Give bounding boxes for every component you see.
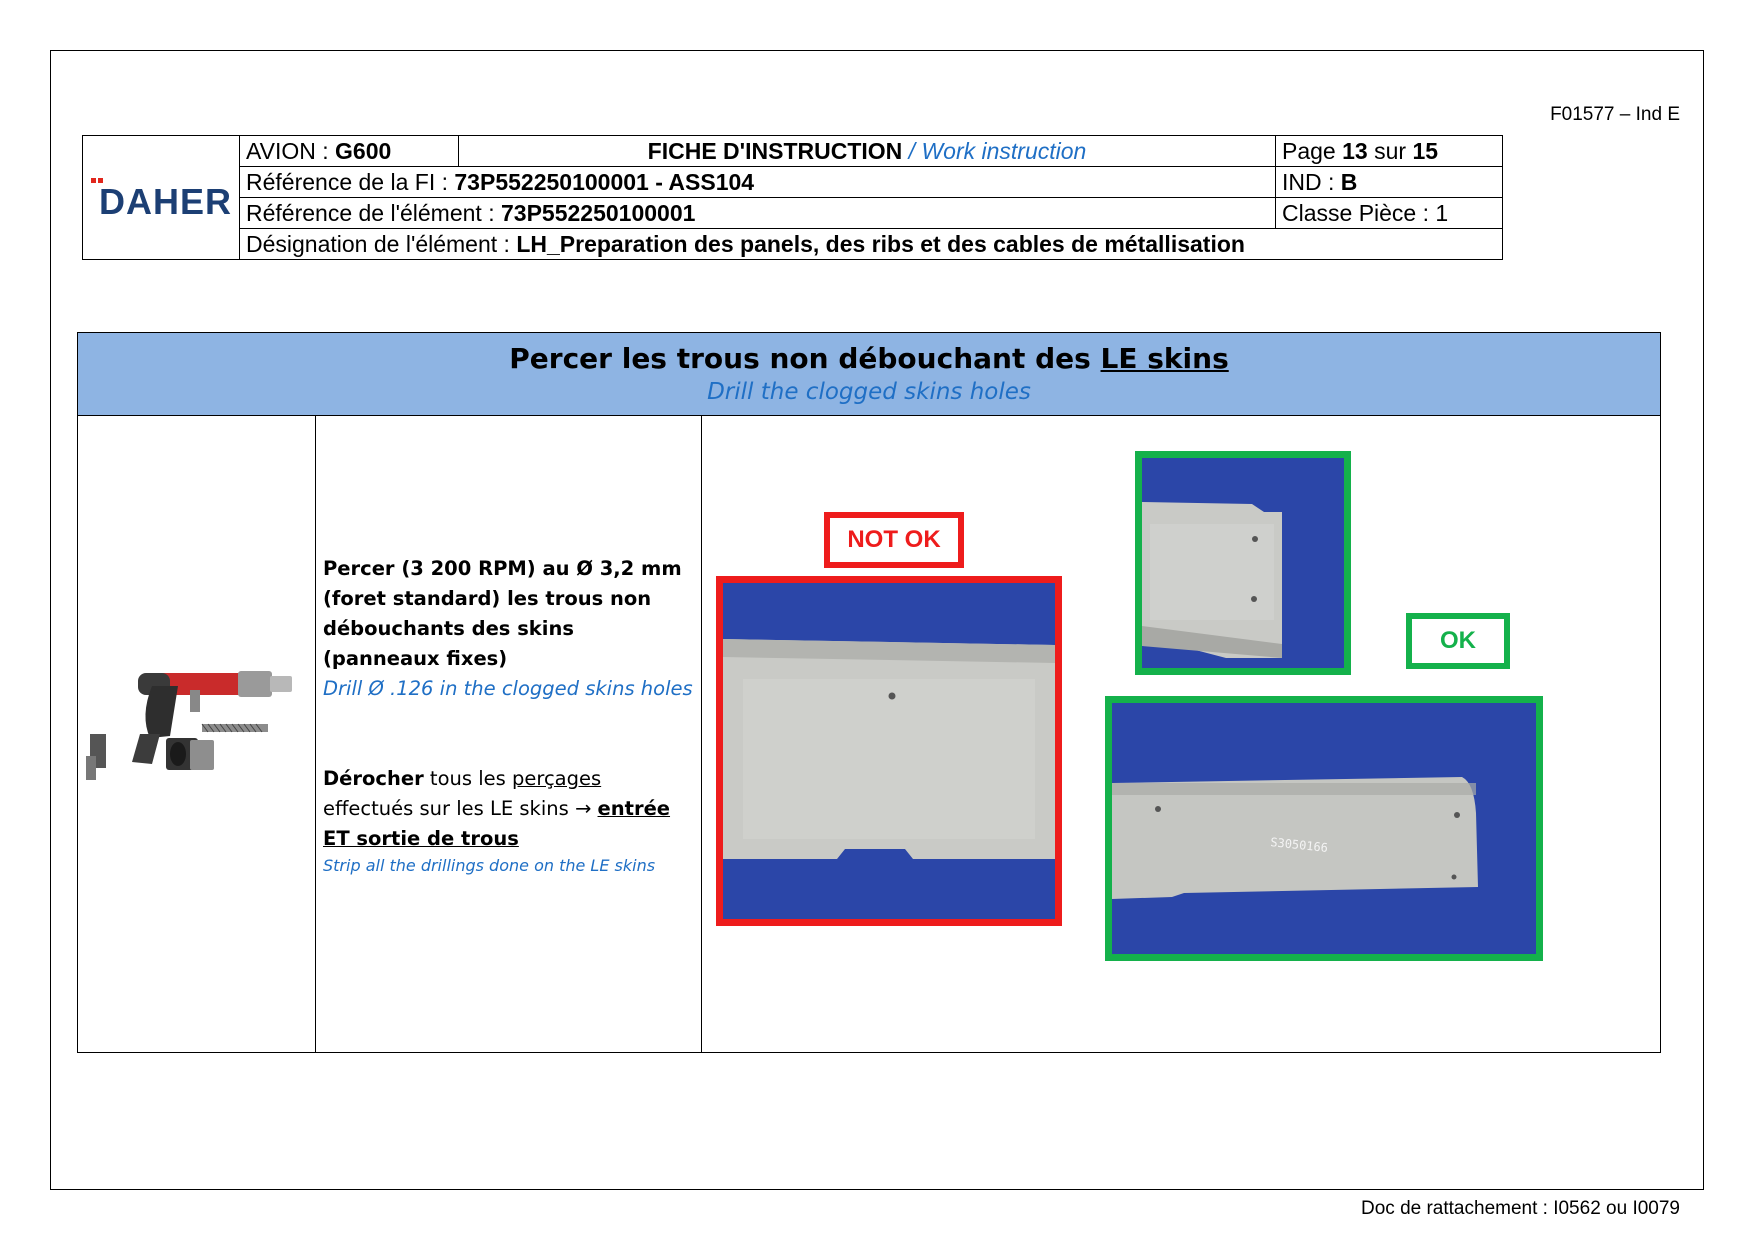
instruction-title: Percer les trous non débouchant des LE s… xyxy=(78,333,1660,377)
instruction-title-text: Percer les trous non débouchant des xyxy=(509,342,1101,375)
tool-column xyxy=(78,416,316,1052)
logo-text: DAHER xyxy=(99,180,233,222)
ref-elem-cell: Référence de l'élément : 73P552250100001 xyxy=(239,197,1276,229)
designation-label: Désignation de l'élément : xyxy=(246,231,517,257)
ref-elem-value: 73P552250100001 xyxy=(500,200,696,226)
daher-logo: DAHER xyxy=(83,168,239,228)
step-strip-text-b: effectués sur les LE skins → xyxy=(323,797,598,820)
page-current: 13 xyxy=(1342,138,1368,164)
instruction-title-underlined: LE skins xyxy=(1100,342,1229,375)
designation-cell: Désignation de l'élément : LH_Preparatio… xyxy=(239,228,1503,260)
step-strip-en: Strip all the drillings done on the LE s… xyxy=(323,856,656,875)
page-separator: sur xyxy=(1367,138,1413,164)
fiche-title: FICHE D'INSTRUCTION xyxy=(647,138,903,164)
text-column: Percer (3 200 RPM) au Ø 3,2 mm (foret st… xyxy=(315,416,702,1052)
instruction-subtitle: Drill the clogged skins holes xyxy=(707,379,1031,405)
fiche-separator: / xyxy=(902,138,922,164)
photo-column: NOT OK OK S3050166 xyxy=(701,416,1660,1052)
ref-fi-value: 73P552250100001 - ASS104 xyxy=(454,169,755,195)
instruction-table: Percer les trous non débouchant des LE s… xyxy=(77,332,1661,1053)
ok-photo-bottom: S3050166 xyxy=(1105,696,1543,961)
ref-fi-label: Référence de la FI : xyxy=(246,169,455,195)
step-strip-text-a: tous les xyxy=(423,767,512,790)
avion-value: G600 xyxy=(335,138,392,164)
ind-label: IND : xyxy=(1282,169,1341,195)
drill-tool-icon xyxy=(86,671,292,780)
instruction-text: Percer (3 200 RPM) au Ø 3,2 mm (foret st… xyxy=(323,554,693,878)
classe-label: Classe Pièce : 1 xyxy=(1282,200,1449,226)
step-drill-fr: Percer (3 200 RPM) au Ø 3,2 mm (foret st… xyxy=(323,557,682,670)
step-drill-en: Drill Ø .126 in the clogged skins holes xyxy=(323,677,693,700)
not-ok-photo xyxy=(716,576,1062,926)
not-ok-tag: NOT OK xyxy=(824,512,964,568)
document-header-table: DAHER AVION : G600 FICHE D'INSTRUCTION /… xyxy=(82,135,1503,260)
logo-cell: DAHER xyxy=(82,135,240,260)
fiche-title-cell: FICHE D'INSTRUCTION / Work instruction xyxy=(458,135,1276,167)
designation-value: LH_Preparation des panels, des ribs et d… xyxy=(516,231,1245,257)
form-reference: F01577 – Ind E xyxy=(1550,104,1680,125)
step-strip-underlined: perçages xyxy=(511,767,602,790)
classe-cell: Classe Pièce : 1 xyxy=(1275,197,1503,229)
fiche-subtitle: Work instruction xyxy=(921,138,1087,164)
step-strip-verb: Dérocher xyxy=(323,767,424,790)
page-total: 15 xyxy=(1412,138,1439,164)
footer-reference: Doc de rattachement : I0562 ou I0079 xyxy=(1361,1198,1680,1219)
ok-photo-top xyxy=(1135,451,1351,675)
ref-elem-label: Référence de l'élément : xyxy=(246,200,501,226)
ind-cell: IND : B xyxy=(1275,166,1503,198)
page-cell: Page 13 sur 15 xyxy=(1275,135,1503,167)
avion-label: AVION : xyxy=(246,138,336,164)
instruction-header: Percer les trous non débouchant des LE s… xyxy=(78,333,1660,416)
ok-tag: OK xyxy=(1406,613,1510,669)
avion-cell: AVION : G600 xyxy=(239,135,459,167)
ind-value: B xyxy=(1340,169,1358,195)
ref-fi-cell: Référence de la FI : 73P552250100001 - A… xyxy=(239,166,1276,198)
page-label: Page xyxy=(1282,138,1343,164)
